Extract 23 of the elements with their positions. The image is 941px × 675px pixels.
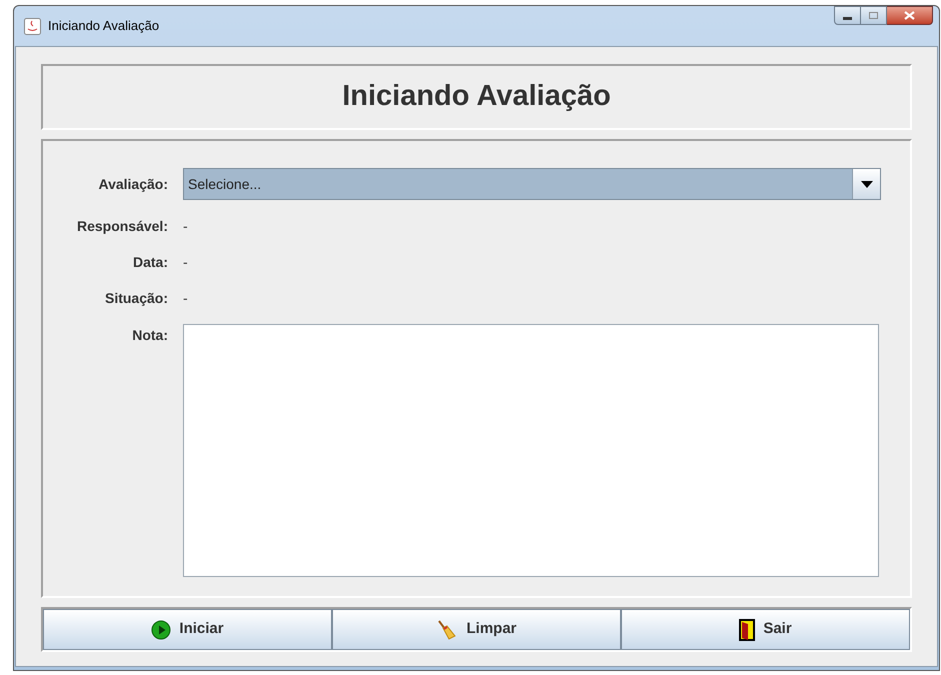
select-dropdown[interactable]: Selecione... (183, 168, 881, 200)
field-label: Avaliação: (97, 174, 169, 194)
maximize-button[interactable] (861, 6, 887, 25)
action-button[interactable]: Limpar (332, 609, 621, 650)
close-icon (904, 11, 915, 20)
action-button[interactable]: Iniciar (43, 609, 332, 650)
header-title: Iniciando Avaliação (342, 79, 611, 114)
field-value: - (183, 288, 188, 308)
broom-icon (436, 618, 458, 640)
play-icon (151, 620, 172, 640)
action-button[interactable]: Sair (621, 609, 910, 650)
field-value: - (183, 216, 188, 236)
field-value: - (183, 252, 188, 272)
field-label: Data: (132, 252, 169, 272)
field-label: Nota: (131, 326, 169, 345)
close-button[interactable] (887, 6, 933, 25)
minimize-button[interactable] (834, 6, 861, 25)
window-title: Iniciando Avaliação (48, 17, 160, 36)
field-label: Situação: (104, 288, 169, 308)
caret-icon (860, 180, 872, 188)
java-icon (24, 18, 41, 34)
door-icon (739, 618, 756, 640)
field-label: Responsável: (76, 216, 169, 236)
